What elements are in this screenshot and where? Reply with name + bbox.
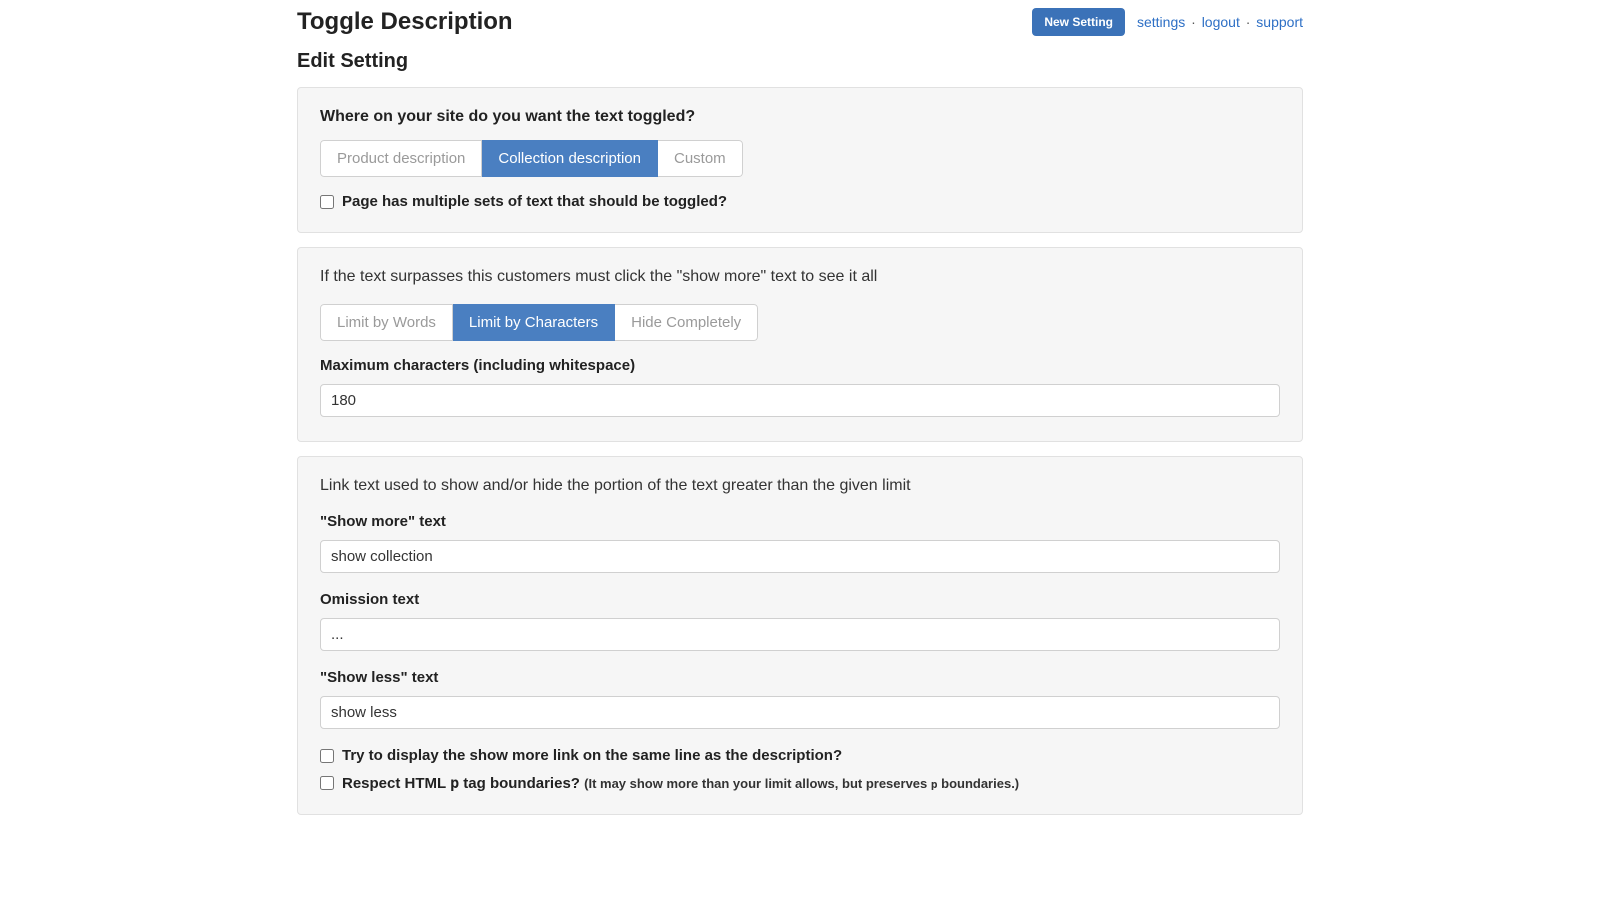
show-more-input[interactable] [320,540,1280,573]
option-collection-description[interactable]: Collection description [482,140,658,177]
show-more-label: "Show more" text [320,513,1280,530]
panel-location-title: Where on your site do you want the text … [320,108,1280,126]
location-button-group: Product description Collection descripti… [320,140,743,177]
omission-label: Omission text [320,591,1280,608]
option-hide-completely[interactable]: Hide Completely [615,304,758,341]
same-line-label[interactable]: Try to display the show more link on the… [342,747,842,764]
page-subtitle: Edit Setting [297,50,1303,73]
separator: · [1191,14,1196,30]
respect-p-hint-1: (It may show more than your limit allows… [584,776,931,791]
page-title: Toggle Description [297,8,513,36]
same-line-checkbox[interactable] [320,749,334,763]
respect-p-code-2: p [931,778,938,791]
show-less-input[interactable] [320,696,1280,729]
panel-location: Where on your site do you want the text … [297,87,1303,233]
max-chars-label: Maximum characters (including whitespace… [320,357,1280,374]
multiple-sets-label[interactable]: Page has multiple sets of text that shou… [342,193,727,210]
panel-link-text-desc: Link text used to show and/or hide the p… [320,477,1280,495]
max-chars-input[interactable] [320,384,1280,417]
logout-link[interactable]: logout [1202,14,1240,30]
option-limit-words[interactable]: Limit by Words [320,304,453,341]
settings-link[interactable]: settings [1137,14,1185,30]
new-setting-button[interactable]: New Setting [1032,8,1125,36]
panel-limit-desc: If the text surpasses this customers mus… [320,268,1280,286]
show-less-label: "Show less" text [320,669,1280,686]
option-product-description[interactable]: Product description [320,140,482,177]
omission-input[interactable] [320,618,1280,651]
respect-p-code-1: p [450,774,459,792]
respect-p-label[interactable]: Respect HTML p tag boundaries? (It may s… [342,774,1019,792]
support-link[interactable]: support [1256,14,1303,30]
panel-limit: If the text surpasses this customers mus… [297,247,1303,442]
respect-p-text-1: Respect HTML [342,775,450,792]
respect-p-text-2: tag boundaries? [459,775,584,792]
multiple-sets-checkbox[interactable] [320,195,334,209]
option-limit-characters[interactable]: Limit by Characters [453,304,615,341]
limit-button-group: Limit by Words Limit by Characters Hide … [320,304,758,341]
option-custom[interactable]: Custom [658,140,743,177]
header-nav: New Setting settings · logout · support [1032,8,1303,36]
panel-link-text: Link text used to show and/or hide the p… [297,456,1303,815]
separator: · [1246,14,1251,30]
header-links: settings · logout · support [1137,14,1303,30]
respect-p-checkbox[interactable] [320,776,334,790]
respect-p-hint-2: boundaries.) [938,776,1020,791]
